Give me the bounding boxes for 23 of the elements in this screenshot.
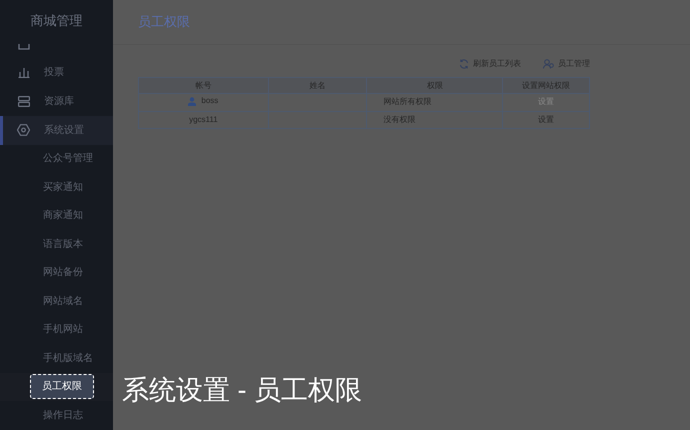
submenu-item[interactable]: 网站备份 bbox=[43, 265, 83, 280]
users-icon bbox=[543, 59, 554, 69]
bar-chart-icon bbox=[18, 66, 30, 78]
caption: 系统设置 - 员工权限 bbox=[122, 375, 362, 405]
sidebar-item[interactable]: 系统设置 bbox=[44, 122, 84, 138]
submenu-item[interactable]: 操作日志 bbox=[43, 408, 83, 423]
sidebar-item[interactable]: 投票 bbox=[44, 64, 64, 80]
submenu-item[interactable]: 公众号管理 bbox=[43, 151, 93, 166]
submenu-item[interactable]: 语言版本 bbox=[43, 236, 83, 252]
page-title: 员工权限 bbox=[138, 13, 190, 32]
sidebar-item[interactable]: 资源库 bbox=[44, 94, 74, 108]
submenu-item[interactable]: 员工权限 bbox=[30, 374, 94, 400]
refresh-icon bbox=[459, 59, 469, 69]
submenu-item[interactable]: 手机网站 bbox=[43, 322, 83, 338]
sidebar-title: 商城管理 bbox=[30, 12, 82, 30]
submenu-item[interactable]: 买家通知 bbox=[43, 180, 83, 195]
stack-icon bbox=[18, 96, 30, 106]
settings-icon bbox=[17, 124, 30, 136]
submenu-item[interactable]: 商家通知 bbox=[43, 208, 83, 224]
selection-bar bbox=[0, 116, 3, 144]
tray-icon bbox=[18, 44, 30, 50]
submenu-item[interactable]: 手机版域名 bbox=[43, 350, 93, 366]
submenu-item[interactable]: 网站域名 bbox=[43, 294, 83, 309]
